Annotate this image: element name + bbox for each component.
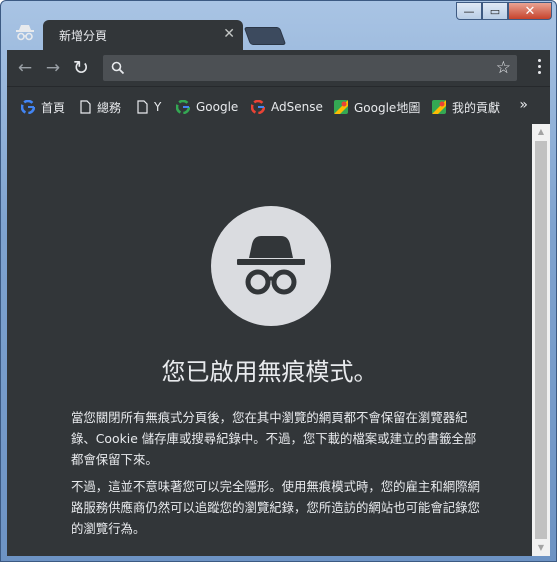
bookmark-label: AdSense [271, 100, 323, 114]
bookmarks-overflow-chevron-icon[interactable]: » [519, 97, 528, 113]
incognito-hero-icon [211, 206, 331, 326]
minimize-button[interactable]: — [456, 2, 482, 20]
google-icon [176, 100, 190, 114]
toolbar: ← → ↻ ☆ [7, 50, 550, 86]
maximize-button[interactable]: ▭ [482, 2, 508, 20]
close-window-button[interactable]: ✕ [508, 2, 552, 20]
incognito-paragraph-1: 當您關閉所有無痕式分頁後，您在其中瀏覽的網頁都不會保留在瀏覽器紀錄、Cookie… [71, 410, 477, 467]
scrollbar-thumb[interactable] [535, 141, 547, 539]
bookmark-label: Google [196, 100, 239, 114]
bookmark-item-home[interactable]: 首頁 [21, 98, 65, 116]
tab-new-tab[interactable]: 新增分頁 ✕ [43, 20, 243, 50]
maps-icon [432, 100, 446, 114]
bookmark-label: 首頁 [41, 100, 66, 115]
incognito-page: 您已啟用無痕模式。 當您關閉所有無痕式分頁後，您在其中瀏覽的網頁都不會保留在瀏覽… [7, 124, 532, 556]
bookmark-item-y[interactable]: Y [137, 98, 161, 116]
tab-title: 新增分頁 [59, 29, 108, 43]
bookmark-item-google-maps[interactable]: Google地圖 [334, 98, 420, 116]
google-icon [251, 100, 265, 114]
maps-icon [334, 100, 348, 114]
vertical-scrollbar[interactable]: ▲ ▼ [532, 124, 550, 556]
tab-close-icon[interactable]: ✕ [223, 26, 235, 42]
bookmark-label: Google地圖 [354, 100, 421, 115]
back-arrow-icon[interactable]: ← [15, 58, 35, 78]
window-controls: — ▭ ✕ [456, 2, 552, 20]
bookmark-item-adsense[interactable]: AdSense [251, 98, 323, 116]
omnibox[interactable]: ☆ [103, 55, 517, 83]
reload-icon[interactable]: ↻ [71, 58, 91, 78]
scroll-down-arrow-icon[interactable]: ▼ [532, 540, 550, 556]
new-tab-button[interactable] [243, 27, 287, 45]
bookmark-label: 總務 [97, 100, 122, 115]
bookmark-label: Y [154, 100, 162, 114]
forward-arrow-icon[interactable]: → [43, 58, 63, 78]
incognito-logo-icon [16, 25, 34, 41]
bookmark-item-general-affairs[interactable]: 總務 [80, 98, 121, 116]
document-icon [80, 100, 91, 114]
incognito-spy-icon [237, 236, 305, 295]
scroll-up-arrow-icon[interactable]: ▲ [532, 124, 550, 140]
bookmark-label: 我的貢獻 [452, 100, 501, 115]
bookmark-item-my-contributions[interactable]: 我的貢獻 [432, 98, 500, 116]
menu-dots-icon[interactable] [534, 57, 544, 81]
search-icon [111, 61, 125, 75]
bookmark-star-icon[interactable]: ☆ [496, 58, 511, 78]
bookmarks-bar: 首頁 總務 Y Google AdSense Google地圖 我的貢獻 » [7, 86, 550, 125]
google-icon [21, 100, 35, 114]
address-input[interactable] [129, 55, 493, 83]
document-icon [137, 100, 148, 114]
browser-window: 新增分頁 ✕ — ▭ ✕ ← → ↻ ☆ 首頁 總務 Y Google AdSe… [0, 0, 557, 562]
incognito-title: 您已啟用無痕模式。 [161, 358, 378, 386]
bookmark-item-google[interactable]: Google [176, 98, 238, 116]
incognito-paragraph-2: 不過，這並不意味著您可以完全隱形。使用無痕模式時，您的雇主和網際網路服務供應商仍… [71, 479, 480, 536]
